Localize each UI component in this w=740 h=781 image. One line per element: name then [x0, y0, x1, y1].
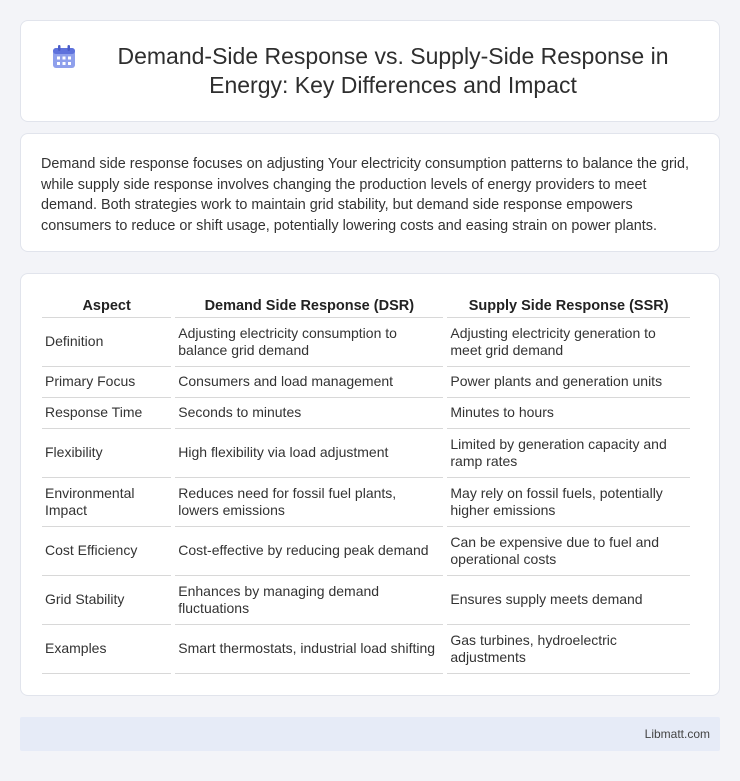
row-aspect: Examples [42, 625, 172, 674]
row-aspect: Primary Focus [42, 367, 172, 398]
row-dsr: Consumers and load management [175, 367, 444, 398]
intro-text: Demand side response focuses on adjustin… [41, 156, 689, 234]
row-ssr: Minutes to hours [447, 398, 690, 429]
header-dsr: Demand Side Response (DSR) [175, 294, 444, 318]
row-dsr: Seconds to minutes [175, 398, 444, 429]
row-aspect: Flexibility [42, 429, 172, 478]
footer: Libmatt.com [20, 717, 720, 751]
row-ssr: Power plants and generation units [447, 367, 690, 398]
row-ssr: Adjusting electricity generation to meet… [447, 318, 690, 367]
table-row: Primary Focus Consumers and load managem… [42, 367, 690, 398]
row-aspect: Environmental Impact [42, 478, 172, 527]
row-aspect: Response Time [42, 398, 172, 429]
row-ssr: Gas turbines, hydroelectric adjustments [447, 625, 690, 674]
row-dsr: Smart thermostats, industrial load shift… [175, 625, 444, 674]
intro-card: Demand side response focuses on adjustin… [20, 133, 720, 252]
table-row: Environmental Impact Reduces need for fo… [42, 478, 690, 527]
row-ssr: Limited by generation capacity and ramp … [447, 429, 690, 478]
row-dsr: High flexibility via load adjustment [175, 429, 444, 478]
table-row: Flexibility High flexibility via load ad… [42, 429, 690, 478]
row-dsr: Enhances by managing demand fluctuations [175, 576, 444, 625]
footer-brand: Libmatt.com [644, 727, 710, 741]
comparison-table: Aspect Demand Side Response (DSR) Supply… [38, 294, 694, 674]
header-ssr: Supply Side Response (SSR) [447, 294, 690, 318]
comparison-card: Aspect Demand Side Response (DSR) Supply… [20, 273, 720, 696]
row-ssr: May rely on fossil fuels, potentially hi… [447, 478, 690, 527]
row-dsr: Adjusting electricity consumption to bal… [175, 318, 444, 367]
row-aspect: Cost Efficiency [42, 527, 172, 576]
row-dsr: Reduces need for fossil fuel plants, low… [175, 478, 444, 527]
row-aspect: Definition [42, 318, 172, 367]
table-row: Grid Stability Enhances by managing dema… [42, 576, 690, 625]
table-row: Cost Efficiency Cost-effective by reduci… [42, 527, 690, 576]
title-wrap: Demand-Side Response vs. Supply-Side Res… [51, 42, 689, 100]
title-card: Demand-Side Response vs. Supply-Side Res… [20, 20, 720, 122]
table-row: Response Time Seconds to minutes Minutes… [42, 398, 690, 429]
calendar-icon [53, 45, 75, 68]
page-title: Demand-Side Response vs. Supply-Side Res… [117, 43, 669, 98]
row-aspect: Grid Stability [42, 576, 172, 625]
table-row: Examples Smart thermostats, industrial l… [42, 625, 690, 674]
row-dsr: Cost-effective by reducing peak demand [175, 527, 444, 576]
header-aspect: Aspect [42, 294, 172, 318]
table-header-row: Aspect Demand Side Response (DSR) Supply… [42, 294, 690, 318]
table-row: Definition Adjusting electricity consump… [42, 318, 690, 367]
row-ssr: Can be expensive due to fuel and operati… [447, 527, 690, 576]
row-ssr: Ensures supply meets demand [447, 576, 690, 625]
